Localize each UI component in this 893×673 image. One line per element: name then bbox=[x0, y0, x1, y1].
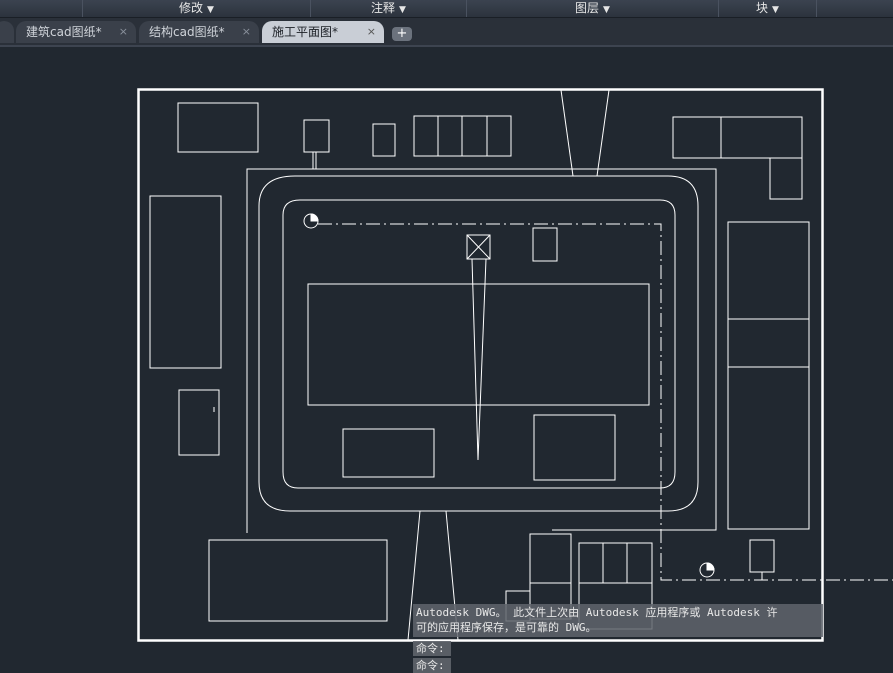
caret-down-icon: ▼ bbox=[399, 5, 406, 15]
close-icon[interactable]: × bbox=[242, 21, 251, 43]
ribbon-panel-modify[interactable]: 修改 ▼ bbox=[82, 0, 310, 17]
material-yard bbox=[342, 428, 435, 478]
drawing-canvas[interactable] bbox=[0, 47, 893, 671]
caret-down-icon: ▼ bbox=[603, 5, 610, 15]
road-line bbox=[596, 89, 610, 177]
caret-down-icon: ▼ bbox=[207, 5, 214, 15]
tab-overflow[interactable] bbox=[0, 21, 14, 43]
small-shed bbox=[769, 157, 803, 200]
ring-road-outer bbox=[258, 175, 699, 512]
hydrant-fill bbox=[310, 213, 319, 222]
tab-label: 施工平面图* bbox=[272, 25, 339, 39]
tab-label: 建筑cad图纸* bbox=[26, 25, 102, 39]
ribbon-panel-bar: 修改 ▼ 注释 ▼ 图层 ▼ 块 ▼ bbox=[0, 0, 893, 18]
main-building bbox=[307, 283, 650, 406]
caret-down-icon: ▼ bbox=[772, 5, 779, 15]
road-line bbox=[560, 89, 574, 177]
small-room bbox=[372, 123, 396, 157]
close-icon[interactable]: × bbox=[367, 21, 376, 43]
tool-rooms bbox=[578, 542, 653, 584]
office-building bbox=[177, 102, 259, 153]
guard-room bbox=[303, 119, 330, 153]
meter-box bbox=[749, 539, 775, 573]
command-prompt: 命令: bbox=[413, 641, 451, 656]
processing-shed bbox=[672, 116, 803, 159]
utility-line bbox=[318, 223, 893, 581]
new-tab-button[interactable]: + bbox=[392, 27, 412, 41]
file-tab-bar: 建筑cad图纸* × 结构cad图纸* × 施工平面图* × bbox=[0, 18, 893, 47]
material-yard bbox=[533, 414, 616, 481]
crane-jib bbox=[471, 258, 487, 461]
panel-label: 图层 bbox=[575, 1, 600, 15]
pump-room bbox=[529, 533, 572, 584]
small-structure bbox=[532, 227, 558, 262]
panel-label: 块 bbox=[756, 1, 769, 15]
command-history-line: Autodesk DWG。 此文件上次由 Autodesk 应用程序或 Auto… bbox=[416, 606, 778, 619]
tab-structure-drawing[interactable]: 结构cad图纸* × bbox=[139, 21, 259, 43]
ribbon-panel-block[interactable]: 块 ▼ bbox=[718, 0, 816, 17]
panel-label: 注释 bbox=[371, 1, 396, 15]
close-icon[interactable]: × bbox=[119, 21, 128, 43]
ribbon-panel-more[interactable] bbox=[816, 0, 893, 17]
plus-icon: + bbox=[396, 26, 408, 41]
hydrant-fill bbox=[706, 562, 715, 571]
tab-label: 结构cad图纸* bbox=[149, 25, 225, 39]
toilet bbox=[178, 389, 220, 456]
command-history-line: 可的应用程序保存，是可靠的 DWG。 bbox=[416, 621, 597, 634]
dormitory bbox=[149, 195, 222, 369]
panel-label: 修改 bbox=[179, 1, 204, 15]
site-boundary bbox=[137, 88, 824, 642]
canteen bbox=[208, 539, 388, 622]
tab-site-plan[interactable]: 施工平面图* × bbox=[262, 21, 384, 43]
command-history: Autodesk DWG。 此文件上次由 Autodesk 应用程序或 Auto… bbox=[413, 604, 823, 637]
ribbon-panel-annotation[interactable]: 注释 ▼ bbox=[310, 0, 466, 17]
ribbon-panel-layers[interactable]: 图层 ▼ bbox=[466, 0, 718, 17]
tab-architecture-drawing[interactable]: 建筑cad图纸* × bbox=[16, 21, 136, 43]
warehouse bbox=[727, 221, 810, 530]
